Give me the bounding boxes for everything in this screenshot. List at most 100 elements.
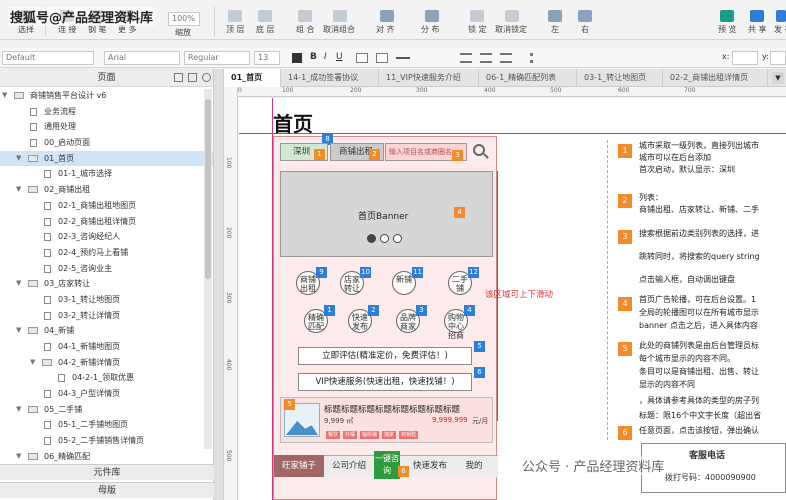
panel-right-label[interactable]: 右 — [581, 24, 589, 35]
search-pages-icon[interactable] — [202, 73, 211, 82]
font-size-select[interactable]: 13 — [254, 51, 280, 65]
text-color-icon[interactable] — [292, 53, 302, 63]
tree-item[interactable]: 业务流程 — [0, 104, 213, 120]
chevron-down-icon[interactable]: ▼ — [16, 449, 21, 465]
chevron-down-icon[interactable]: ▼ — [16, 323, 21, 339]
share-icon[interactable] — [750, 10, 764, 22]
lock-icon[interactable] — [470, 10, 484, 22]
chevron-down-icon[interactable]: ▼ — [16, 276, 21, 292]
tab-transfer-map[interactable]: 03-1_转让地图页 — [577, 69, 663, 87]
tree-item[interactable]: ▼ 02_商铺出租 — [0, 182, 213, 198]
distribute-icon[interactable] — [425, 10, 439, 22]
tab-match-list[interactable]: 06-1_精确匹配列表 — [479, 69, 577, 87]
tree-item[interactable]: 02-4_预约马上看铺 — [0, 245, 213, 261]
line-width-icon[interactable] — [396, 57, 410, 59]
align-center-icon[interactable] — [480, 53, 492, 63]
add-page-icon[interactable] — [174, 73, 183, 82]
send-back-label[interactable]: 底 层 — [256, 24, 275, 35]
design-canvas[interactable]: 首页 8 深圳 1 商铺出租 2 输入项目名或商圈名 3 首页Banner 4 … — [239, 98, 786, 500]
panel-splitter[interactable] — [214, 69, 224, 500]
tree-scrollbar[interactable] — [204, 89, 212, 449]
tree-item[interactable]: 05-1_二手铺地图页 — [0, 417, 213, 433]
fill-color-icon[interactable] — [356, 53, 368, 63]
tree-item[interactable]: ▼ 04_新铺 — [0, 323, 213, 339]
tab-home[interactable]: 01_首页 — [224, 69, 281, 87]
masters-panel-header[interactable]: 母版 — [0, 482, 214, 498]
font-select[interactable]: Arial — [104, 51, 180, 65]
chevron-down-icon[interactable]: ▼ — [16, 402, 21, 418]
tabs-dropdown-icon[interactable]: ▼ — [772, 72, 784, 84]
distribute-label[interactable]: 分 布 — [421, 24, 440, 35]
tree-item[interactable]: 02-1_商铺出租地图页 — [0, 198, 213, 214]
zoom-select[interactable]: 100% — [168, 12, 200, 26]
tree-item[interactable]: ▼ 06_精确匹配 — [0, 449, 213, 465]
tab-vip[interactable]: 11_VIP快速服务介绍 — [379, 69, 479, 87]
bold-icon[interactable]: B — [310, 52, 317, 62]
chevron-down-icon[interactable]: ▼ — [2, 88, 7, 104]
font-weight-select[interactable]: Regular — [184, 51, 250, 65]
chevron-down-icon[interactable]: ▼ — [16, 151, 21, 167]
nav-company[interactable]: 公司介绍 — [326, 455, 372, 477]
tree-item[interactable]: 04-3_户型详情页 — [0, 386, 213, 402]
tree-item[interactable]: 04-2-1_领取优惠 — [0, 370, 213, 386]
style-select[interactable]: Default — [2, 51, 94, 65]
y-coord-field[interactable] — [770, 51, 786, 65]
align-left-icon[interactable] — [460, 53, 472, 63]
tree-item[interactable]: 03-1_转让地图页 — [0, 292, 213, 308]
nav-home[interactable]: 旺家铺子 — [274, 455, 324, 477]
align-right-icon[interactable] — [500, 53, 512, 63]
x-coord-field[interactable] — [732, 51, 758, 65]
tree-item[interactable]: 03-2_转让详情页 — [0, 308, 213, 324]
send-back-icon[interactable] — [258, 10, 272, 22]
publish-label[interactable]: 发 布 — [774, 24, 786, 35]
tree-item[interactable]: 05-2_二手铺销售详情页 — [0, 433, 213, 449]
publish-icon[interactable] — [776, 10, 786, 22]
tree-item[interactable]: 02-2_商铺出租详情页 — [0, 214, 213, 230]
tree-item[interactable]: 01-1_城市选择 — [0, 166, 213, 182]
chevron-down-icon[interactable]: ▼ — [30, 355, 35, 371]
tree-item[interactable]: 00_启动页面 — [0, 135, 213, 151]
bring-front-label[interactable]: 顶 层 — [226, 24, 245, 35]
eval-button[interactable]: 立即评估(精准定价，免费评估！) — [298, 347, 472, 365]
banner-dot-3[interactable] — [393, 234, 402, 243]
underline-icon[interactable]: U — [336, 52, 343, 62]
nav-mine[interactable]: 我的 — [454, 455, 494, 477]
bring-front-icon[interactable] — [228, 10, 242, 22]
group-label[interactable]: 组 合 — [296, 24, 315, 35]
tab-rent-detail[interactable]: 02-2_商铺出租详情页 — [663, 69, 768, 87]
panel-left-icon[interactable] — [548, 10, 562, 22]
nav-consult[interactable]: 一键咨询 — [374, 451, 400, 479]
tab-agreement[interactable]: 14-1_成功签署协议 — [281, 69, 379, 87]
bullet-list-icon[interactable] — [530, 53, 542, 63]
banner-dot-1[interactable] — [367, 234, 376, 243]
unlock-label[interactable]: 取消锁定 — [495, 24, 527, 35]
tree-item[interactable]: 04-1_新铺地图页 — [0, 339, 213, 355]
tree-item[interactable]: 02-5_咨询业主 — [0, 261, 213, 277]
add-folder-icon[interactable] — [188, 73, 197, 82]
italic-icon[interactable]: I — [324, 52, 327, 62]
nav-publish[interactable]: 快速发布 — [408, 455, 452, 477]
tree-item[interactable]: ▼ 03_店家转让 — [0, 276, 213, 292]
line-color-icon[interactable] — [376, 53, 388, 63]
tree-item[interactable]: 通用处理 — [0, 119, 213, 135]
preview-label[interactable]: 预 览 — [718, 24, 737, 35]
tree-item[interactable]: ▼ 05_二手铺 — [0, 402, 213, 418]
banner-dot-2[interactable] — [380, 234, 389, 243]
ungroup-label[interactable]: 取消组合 — [323, 24, 355, 35]
vip-button[interactable]: VIP快速服务(快速出租，快速找铺！) — [298, 373, 472, 391]
panel-left-label[interactable]: 左 — [551, 24, 559, 35]
ungroup-icon[interactable] — [333, 10, 347, 22]
align-icon[interactable] — [380, 10, 394, 22]
group-icon[interactable] — [298, 10, 312, 22]
align-label[interactable]: 对 齐 — [376, 24, 395, 35]
panel-right-icon[interactable] — [578, 10, 592, 22]
share-label[interactable]: 共 享 — [748, 24, 767, 35]
tree-item[interactable]: ▼ 01_首页 — [0, 150, 213, 167]
tree-item[interactable]: ▼ 商铺销售平台设计 v6 — [0, 88, 213, 104]
chevron-down-icon[interactable]: ▼ — [16, 182, 21, 198]
widgets-panel-header[interactable]: 元件库 — [0, 464, 214, 480]
tree-item[interactable]: ▼ 04-2_新铺详情页 — [0, 355, 213, 371]
unlock-icon[interactable] — [505, 10, 519, 22]
preview-icon[interactable] — [720, 10, 734, 22]
tree-item[interactable]: 02-3_咨询经纪人 — [0, 229, 213, 245]
